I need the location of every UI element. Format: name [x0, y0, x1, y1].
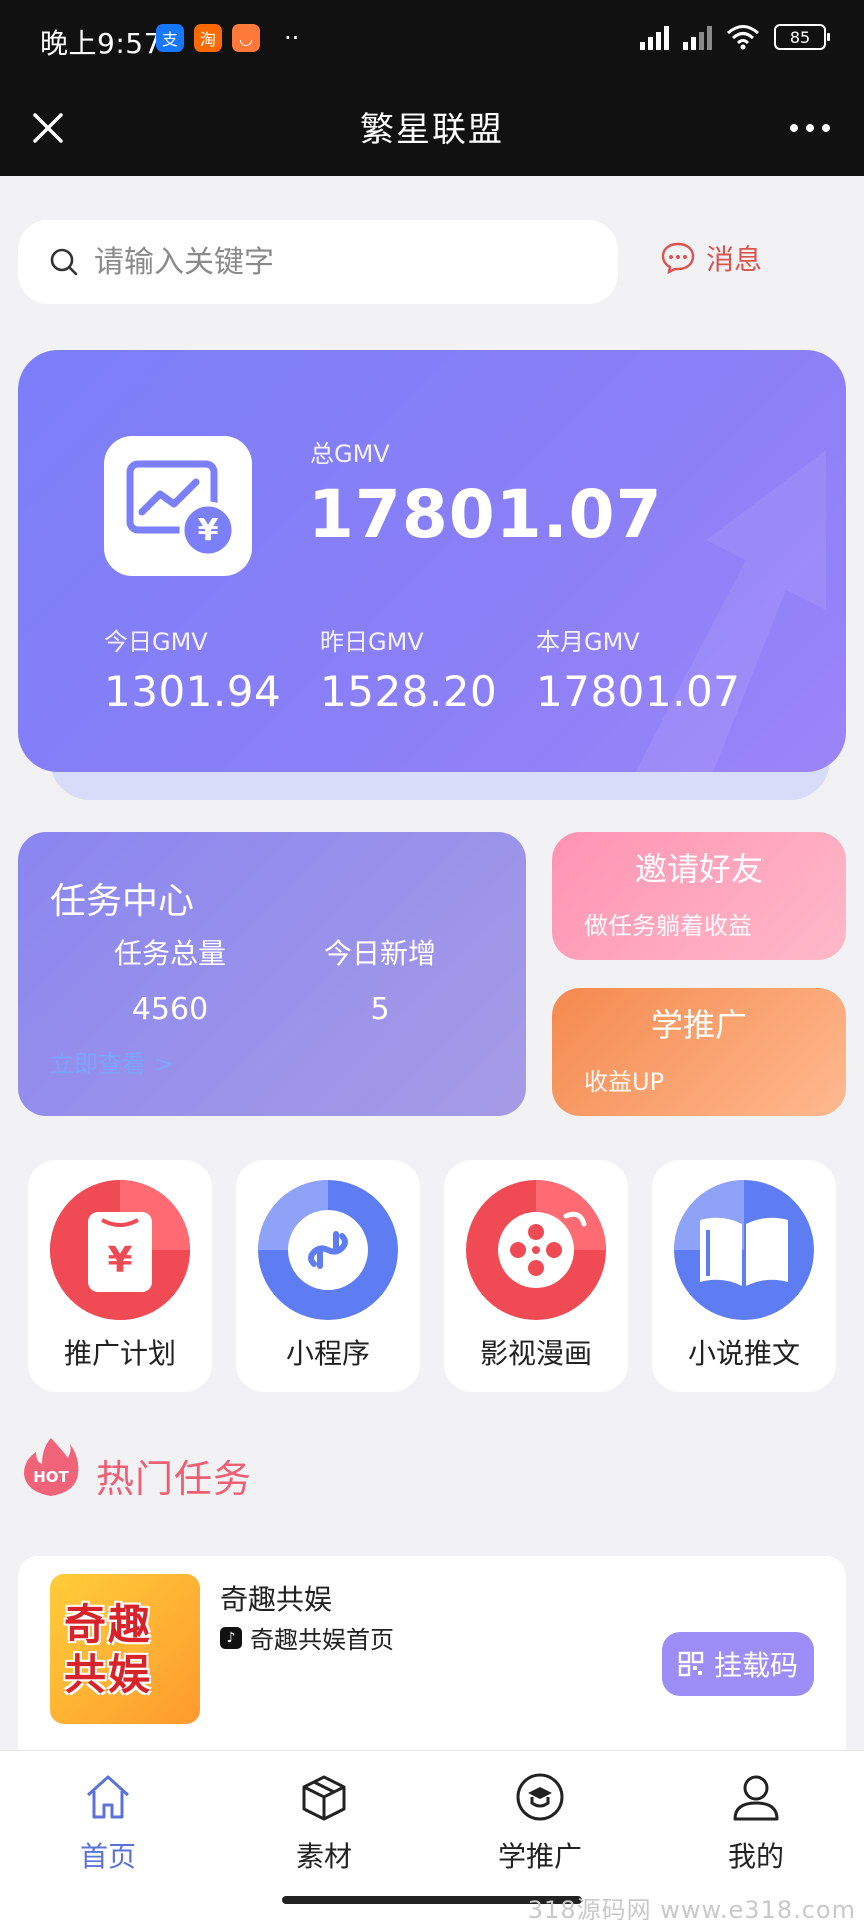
invite-subtitle: 做任务躺着收益 — [584, 912, 752, 940]
nav-mine[interactable]: 我的 — [686, 1771, 826, 1875]
shopping-icon: ◡ — [232, 24, 260, 52]
alipay-icon: 支 — [156, 24, 184, 52]
status-bar: 晚上9:57 支 淘 ◡ ·· 85 — [0, 0, 864, 80]
search-input[interactable] — [94, 244, 574, 280]
gmv-total-label: 总GMV — [310, 440, 390, 468]
task-new-value: 5 — [370, 992, 390, 1027]
search-icon — [50, 248, 78, 276]
nav-learn-label: 学推广 — [497, 1840, 582, 1873]
book-icon — [674, 1180, 814, 1320]
gmv-month: 本月GMV 17801.07 — [536, 622, 740, 716]
learn-icon — [516, 1773, 564, 1821]
learn-title: 学推广 — [650, 1006, 747, 1044]
growth-arrow-decoration — [635, 450, 826, 772]
quick-entry-label: 小程序 — [285, 1337, 370, 1370]
message-label: 消息 — [706, 243, 763, 276]
quick-entry-mini-program[interactable]: 小程序 — [236, 1160, 420, 1392]
quick-entry-label: 影视漫画 — [479, 1337, 592, 1370]
gmv-month-value: 17801.07 — [536, 667, 741, 716]
chat-bubble-icon — [661, 242, 695, 275]
task-total-value: 4560 — [131, 992, 209, 1027]
view-now-link[interactable]: 立即查看 > — [50, 1044, 174, 1079]
nav-learn[interactable]: 学推广 — [470, 1771, 610, 1875]
hot-flame-icon: HOT — [22, 1436, 80, 1498]
film-reel-icon — [466, 1180, 606, 1320]
status-app-icons: 支 淘 ◡ ·· — [156, 24, 299, 52]
more-dot-icon — [790, 124, 798, 132]
more-options-button[interactable] — [782, 102, 838, 154]
mini-program-icon — [258, 1180, 398, 1320]
nav-home[interactable]: 首页 — [38, 1771, 178, 1875]
task-total-label: 任务总量 — [113, 937, 226, 970]
task-subtitle: ♪ 奇趣共娱首页 — [220, 1620, 394, 1655]
hot-tasks-title: 热门任务 — [96, 1457, 253, 1501]
quick-entry-label: 推广计划 — [63, 1337, 176, 1370]
gmv-month-label: 本月GMV — [536, 628, 640, 656]
message-button[interactable]: 消息 — [660, 238, 762, 278]
status-indicators: 85 — [640, 24, 830, 50]
home-icon — [86, 1775, 130, 1819]
mount-code-button[interactable]: 挂载码 — [662, 1632, 814, 1696]
quick-entry-novel-promo[interactable]: 小说推文 — [652, 1160, 836, 1392]
learn-promotion-card[interactable]: 学推广 收益UP — [552, 988, 846, 1116]
wifi-icon — [727, 25, 759, 50]
learn-subtitle: 收益UP — [584, 1068, 665, 1096]
user-icon — [733, 1775, 779, 1821]
tiktok-icon: ♪ — [220, 1626, 242, 1649]
task-new-label: 今日新增 — [323, 937, 436, 970]
gmv-today: 今日GMV 1301.94 — [104, 622, 281, 716]
status-more-dots: ·· — [284, 24, 300, 52]
signal-icon-2 — [683, 24, 712, 50]
invite-title: 邀请好友 — [634, 850, 763, 888]
task-thumbnail: 奇趣共娱 — [50, 1574, 200, 1724]
status-time: 晚上9:57 — [40, 27, 162, 60]
gmv-chart-icon: ¥ — [104, 436, 252, 576]
yen-envelope-icon: ¥ — [50, 1180, 190, 1320]
quick-entry-label: 小说推文 — [687, 1337, 800, 1370]
task-center-card[interactable]: 任务中心 任务总量 4560 今日新增 5 立即查看 > — [18, 832, 526, 1116]
nav-material-label: 素材 — [295, 1840, 352, 1873]
nav-mine-label: 我的 — [727, 1840, 784, 1873]
mount-code-label: 挂载码 — [713, 1649, 798, 1682]
task-total: 任务总量 4560 — [80, 932, 260, 1027]
nav-home-label: 首页 — [79, 1840, 136, 1873]
nav-material[interactable]: 素材 — [254, 1771, 394, 1875]
gmv-yesterday-label: 昨日GMV — [320, 628, 424, 656]
gmv-card: ¥ 总GMV 17801.07 今日GMV 1301.94 昨日GMV 1528… — [18, 350, 846, 772]
taobao-icon: 淘 — [194, 24, 222, 52]
more-dot-icon — [806, 124, 814, 132]
gmv-today-value: 1301.94 — [104, 667, 282, 716]
quick-entry-film-comics[interactable]: 影视漫画 — [444, 1160, 628, 1392]
qr-code-icon — [678, 1651, 704, 1677]
gmv-yesterday: 昨日GMV 1528.20 — [320, 622, 497, 716]
gmv-total-value: 17801.07 — [308, 476, 663, 553]
svg-text:¥: ¥ — [107, 1240, 132, 1281]
search-bar[interactable] — [18, 220, 618, 304]
task-subtitle-text: 奇趣共娱首页 — [250, 1626, 394, 1654]
task-name: 奇趣共娱 — [220, 1583, 333, 1616]
svg-text:¥: ¥ — [198, 513, 219, 548]
more-dot-icon — [822, 124, 830, 132]
hot-badge-text: HOT — [33, 1468, 69, 1486]
task-center-title: 任务中心 — [50, 881, 195, 922]
thumbnail-text: 奇趣共娱 — [64, 1600, 153, 1699]
task-list-item[interactable]: 奇趣共娱 奇趣共娱 ♪ 奇趣共娱首页 挂载码 — [18, 1556, 846, 1756]
quick-entry-promotion-plan[interactable]: ¥ 推广计划 — [28, 1160, 212, 1392]
watermark: 318源码网 www.e318.com — [527, 1896, 856, 1920]
invite-friends-card[interactable]: 邀请好友 做任务躺着收益 — [552, 832, 846, 960]
box-icon — [302, 1775, 346, 1821]
task-new: 今日新增 5 — [290, 932, 470, 1027]
title-bar: 繁星联盟 — [0, 80, 864, 176]
signal-icon — [640, 24, 669, 50]
battery-indicator: 85 — [774, 24, 830, 50]
gmv-yesterday-value: 1528.20 — [320, 667, 498, 716]
page-title: 繁星联盟 — [360, 110, 504, 150]
gmv-today-label: 今日GMV — [104, 628, 208, 656]
